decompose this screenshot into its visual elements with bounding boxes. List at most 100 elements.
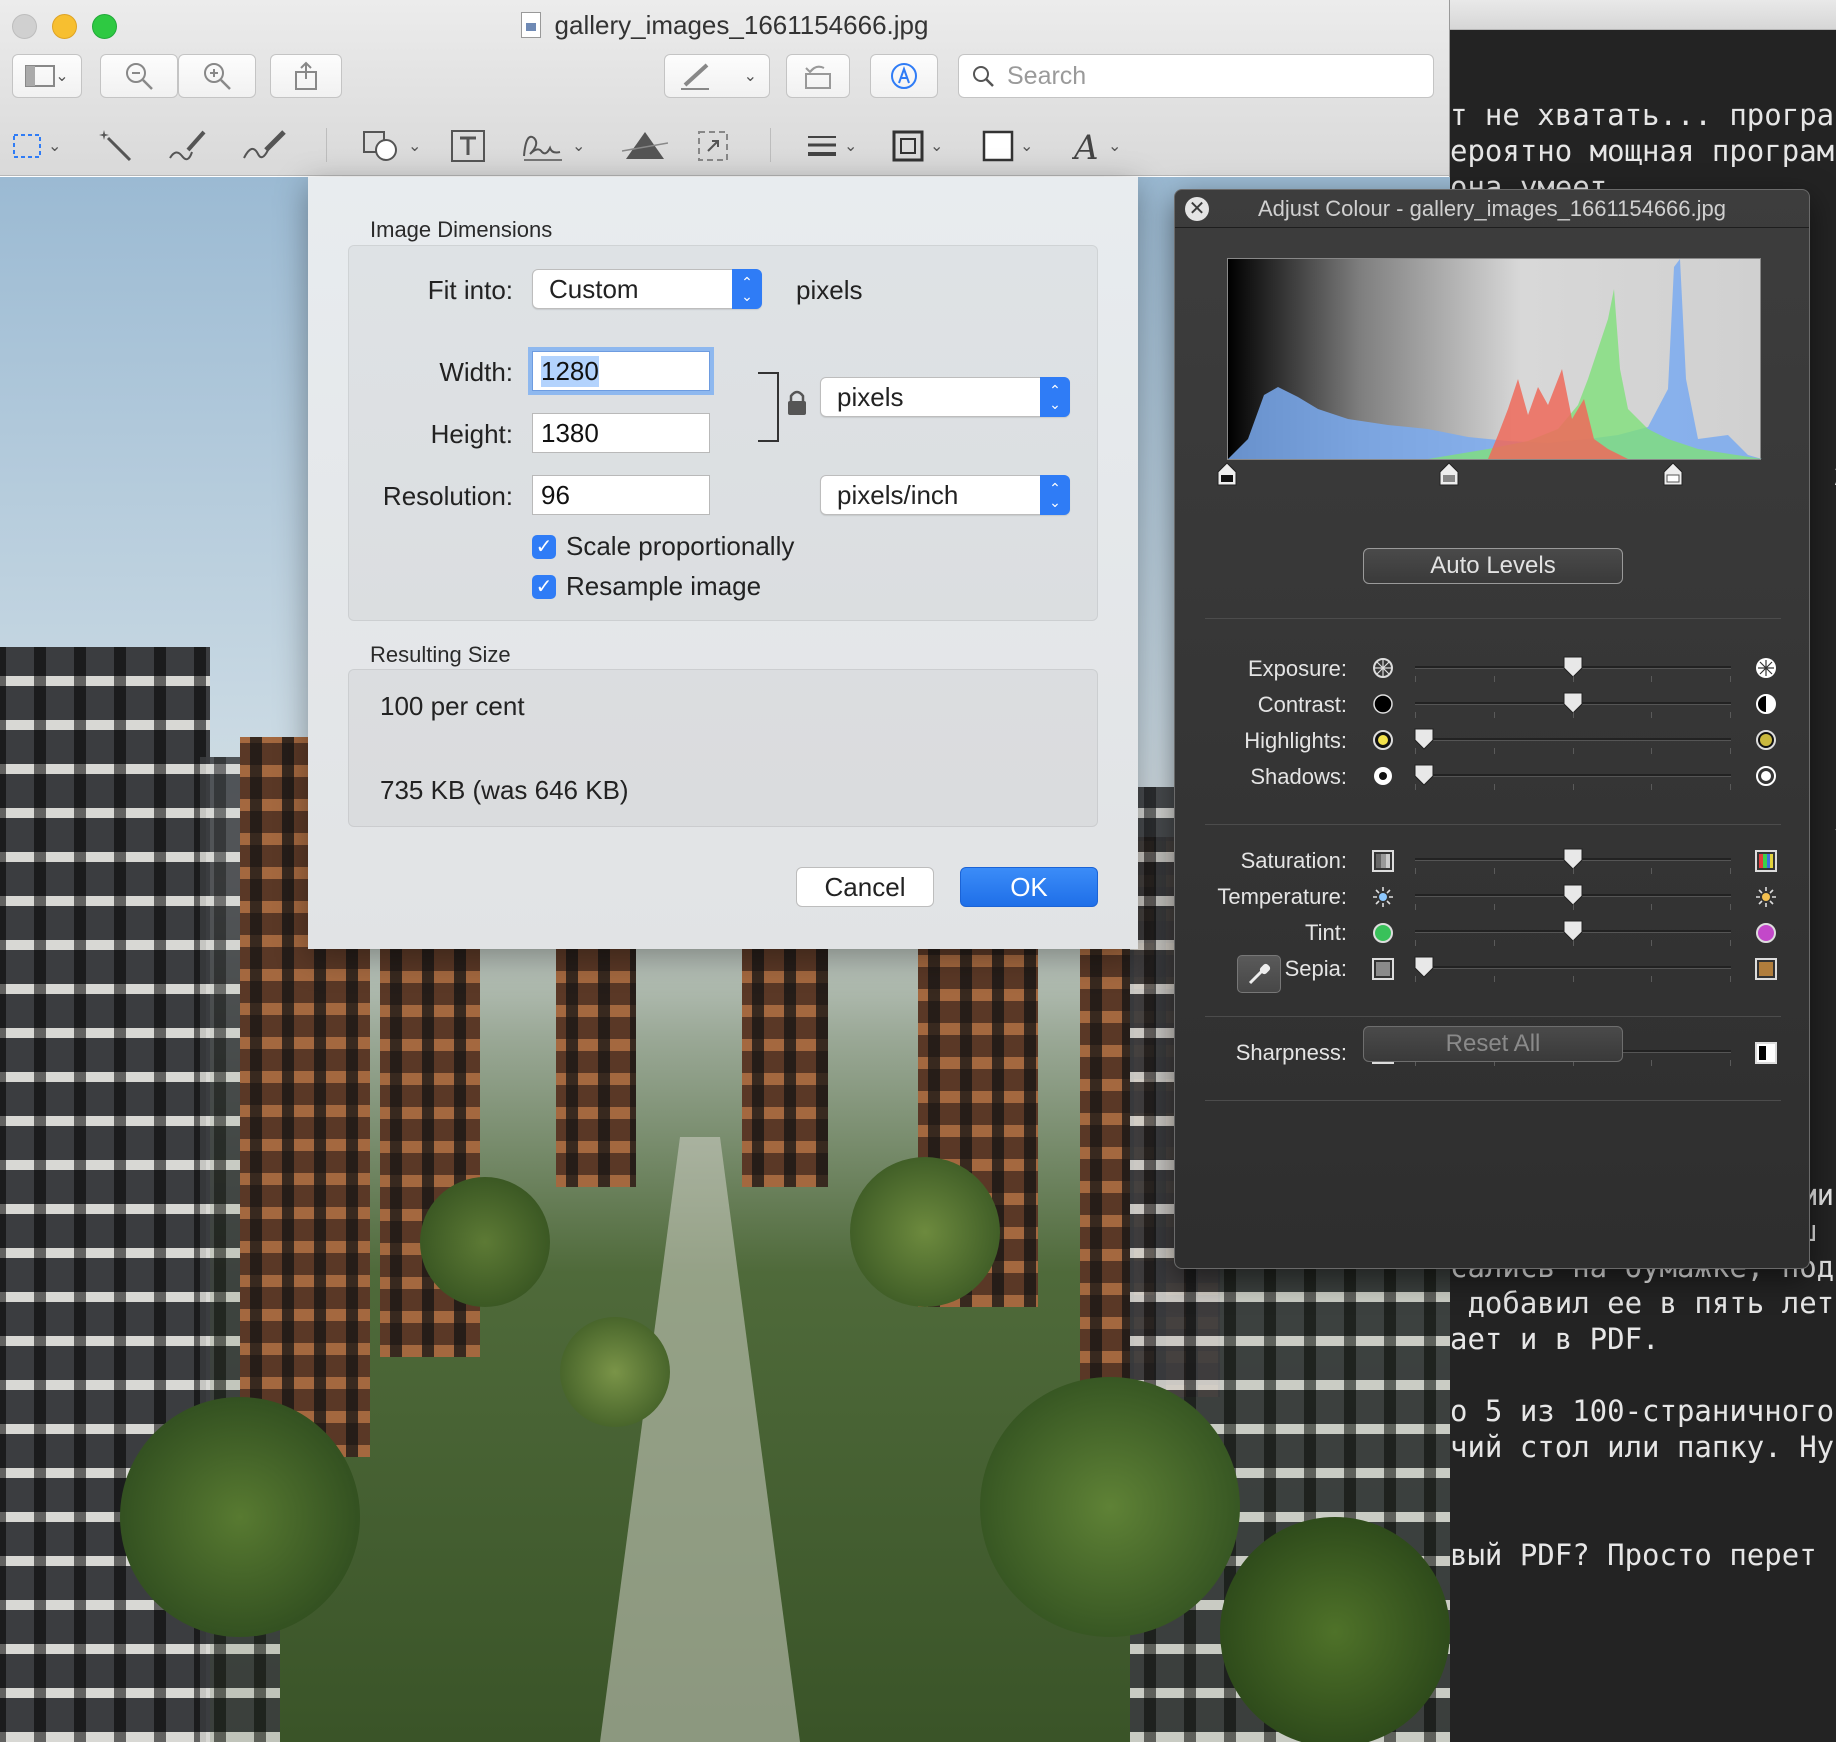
pen-icon bbox=[681, 63, 709, 90]
close-panel-button[interactable]: ✕ bbox=[1185, 197, 1209, 221]
adjust-colour-panel: ✕ Adjust Colour - gallery_images_1661154… bbox=[1174, 189, 1810, 1269]
saturation-high-icon bbox=[1755, 850, 1777, 872]
draw-tool-button[interactable] bbox=[242, 124, 288, 168]
midpoint-handle[interactable] bbox=[1439, 462, 1459, 486]
scale-proportionally-label: Scale proportionally bbox=[566, 531, 795, 561]
text-style-button[interactable]: A ⌄ bbox=[1072, 124, 1121, 168]
zoom-out-icon bbox=[126, 63, 153, 90]
slider-tick bbox=[1494, 940, 1495, 946]
window-title-text: gallery_images_1661154666.jpg bbox=[554, 10, 929, 40]
resolution-unit-popup[interactable]: pixels/inch ⌃ ⌄ bbox=[820, 475, 1070, 515]
tint-magenta-icon bbox=[1756, 923, 1776, 943]
slider-tick bbox=[1573, 940, 1574, 946]
markup-toolbar-button[interactable] bbox=[870, 54, 938, 98]
slider-tick bbox=[1573, 868, 1574, 874]
chevron-down-icon: ⌄ bbox=[48, 138, 62, 155]
zoom-in-button[interactable] bbox=[178, 54, 256, 98]
resample-image-label: Resample image bbox=[566, 571, 762, 601]
highlights-slider[interactable] bbox=[1414, 728, 1731, 754]
saturation-thumb[interactable] bbox=[1563, 848, 1583, 870]
slider-tick bbox=[1494, 868, 1495, 874]
slider-tick bbox=[1730, 676, 1731, 682]
scale-proportionally-checkbox[interactable]: ✓ Scale proportionally bbox=[532, 531, 794, 562]
border-colour-button[interactable]: ⌄ bbox=[892, 124, 943, 168]
magic-wand-icon bbox=[99, 130, 132, 162]
line-style-button[interactable]: ⌄ bbox=[806, 124, 857, 168]
reset-all-button[interactable]: Reset All bbox=[1363, 1026, 1623, 1062]
popup-arrows-icon: ⌃ ⌄ bbox=[1040, 377, 1070, 417]
zoom-out-button[interactable] bbox=[100, 54, 178, 98]
slider-tick bbox=[1415, 904, 1416, 910]
adjust-colour-tool-button[interactable] bbox=[622, 124, 668, 168]
saturation-slider[interactable] bbox=[1415, 848, 1731, 874]
slider-tick bbox=[1651, 904, 1652, 910]
eyedropper-button[interactable] bbox=[1237, 955, 1281, 993]
sketch-tool-button[interactable] bbox=[168, 124, 208, 168]
cancel-button[interactable]: Cancel bbox=[796, 867, 934, 907]
eyedropper-icon bbox=[1248, 963, 1271, 985]
shadows-thumb[interactable] bbox=[1414, 764, 1434, 786]
aspect-lock-bracket[interactable] bbox=[756, 371, 816, 443]
slider-tick bbox=[1730, 712, 1731, 718]
search-input[interactable] bbox=[1005, 60, 1405, 92]
sepia-slider[interactable] bbox=[1414, 956, 1731, 982]
adjust-size-tool-button[interactable] bbox=[696, 124, 730, 168]
panel-separator bbox=[1205, 1016, 1781, 1017]
slider-tick bbox=[1415, 748, 1416, 754]
exposure-slider[interactable] bbox=[1415, 656, 1731, 682]
slider-tick bbox=[1494, 784, 1495, 790]
ok-button[interactable]: OK bbox=[960, 867, 1098, 907]
exposure-thumb[interactable] bbox=[1563, 656, 1583, 678]
tree bbox=[120, 1397, 360, 1637]
contrast-thumb[interactable] bbox=[1563, 692, 1583, 714]
temperature-slider[interactable] bbox=[1415, 884, 1731, 910]
resolution-field[interactable]: 96 bbox=[532, 475, 710, 515]
sidebar-toggle-button[interactable]: ⌄ bbox=[12, 54, 82, 98]
highlights-thumb[interactable] bbox=[1414, 728, 1434, 750]
rotate-button[interactable] bbox=[786, 54, 850, 98]
resolution-unit-value: pixels/inch bbox=[837, 479, 959, 510]
share-button[interactable] bbox=[270, 54, 342, 98]
shapes-tool-button[interactable]: ⌄ bbox=[362, 124, 421, 168]
slider-tick bbox=[1573, 784, 1574, 790]
black-point-handle[interactable] bbox=[1217, 462, 1237, 486]
slider-tick bbox=[1573, 976, 1574, 982]
width-field[interactable]: 1280 bbox=[532, 351, 710, 391]
chevron-down-icon: ⌄ bbox=[408, 138, 422, 155]
instant-alpha-button[interactable] bbox=[98, 124, 134, 168]
fill-colour-button[interactable]: ⌄ bbox=[982, 124, 1033, 168]
chevron-down-icon: ⌄ bbox=[572, 138, 586, 155]
slider-tick bbox=[1651, 940, 1652, 946]
height-field[interactable]: 1380 bbox=[532, 413, 710, 453]
search-field[interactable] bbox=[958, 54, 1434, 98]
text-tool-button[interactable] bbox=[450, 124, 486, 168]
fit-into-popup[interactable]: Custom ⌃ ⌄ bbox=[532, 269, 762, 309]
sepia-thumb[interactable] bbox=[1414, 956, 1434, 978]
selection-tool-button[interactable]: ⌄ bbox=[12, 124, 61, 168]
slider-tick bbox=[1494, 904, 1495, 910]
walkway bbox=[600, 1137, 800, 1742]
tint-thumb[interactable] bbox=[1563, 920, 1583, 942]
resulting-size-heading: Resulting Size bbox=[370, 642, 511, 667]
temperature-label: Temperature: bbox=[1217, 884, 1347, 909]
shadows-slider[interactable] bbox=[1414, 764, 1731, 790]
shadows-low-icon bbox=[1374, 767, 1392, 785]
fit-into-unit: pixels bbox=[796, 275, 863, 305]
contrast-slider[interactable] bbox=[1415, 692, 1731, 718]
tint-slider[interactable] bbox=[1415, 920, 1731, 946]
sign-tool-button[interactable]: ⌄ bbox=[520, 124, 585, 168]
temperature-thumb[interactable] bbox=[1563, 884, 1583, 906]
terminal-titlebar[interactable] bbox=[1440, 0, 1836, 30]
auto-levels-button[interactable]: Auto Levels bbox=[1363, 548, 1623, 584]
size-unit-popup[interactable]: pixels ⌃ ⌄ bbox=[820, 377, 1070, 417]
adjust-colour-titlebar[interactable]: ✕ Adjust Colour - gallery_images_1661154… bbox=[1175, 190, 1809, 228]
slider-tick bbox=[1494, 676, 1495, 682]
panel-separator bbox=[1205, 618, 1781, 619]
text-style-icon: A bbox=[1072, 129, 1099, 163]
sharpness-label: Sharpness: bbox=[1235, 1040, 1347, 1065]
white-point-handle[interactable] bbox=[1663, 462, 1683, 486]
toolbar-separator bbox=[326, 128, 327, 162]
markup-pen-button[interactable]: ⌄ bbox=[664, 54, 770, 98]
resample-image-checkbox[interactable]: ✓ Resample image bbox=[532, 571, 761, 602]
exposure-label: Exposure: bbox=[1247, 656, 1347, 681]
